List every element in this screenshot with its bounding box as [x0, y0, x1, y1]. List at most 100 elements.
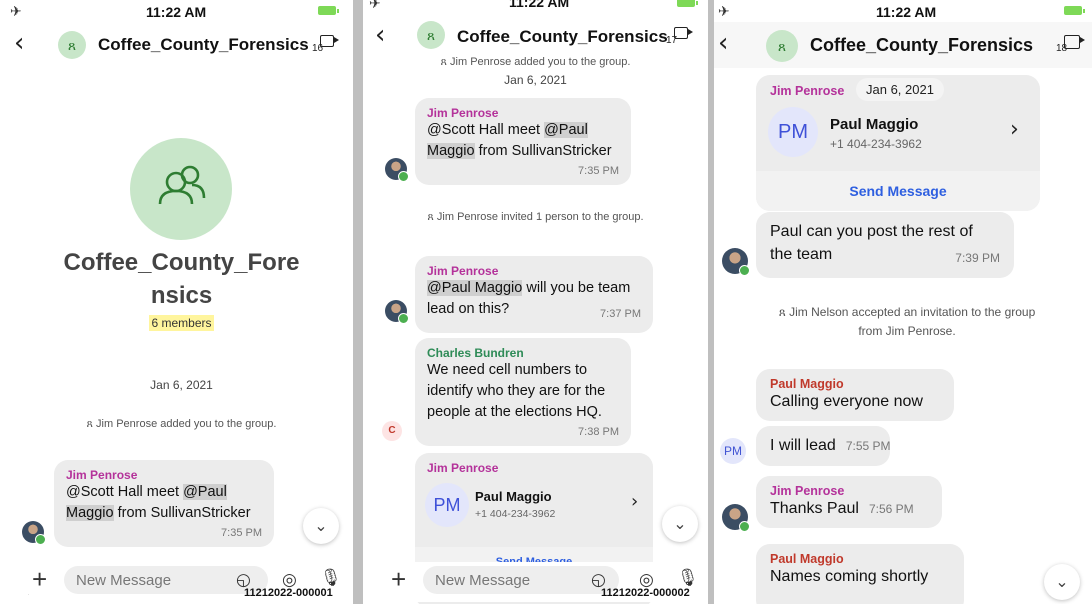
- message-bubble[interactable]: Paul Maggio Calling everyone now: [756, 369, 954, 421]
- sender-name: Jim Penrose: [770, 84, 845, 98]
- scroll-down-button[interactable]: ⌄: [303, 508, 339, 544]
- avatar[interactable]: C: [382, 421, 402, 441]
- message-bubble[interactable]: Charles Bundren We need cell numbers to …: [415, 338, 631, 446]
- message-text: Calling everyone now: [770, 393, 923, 410]
- chat-header: ‹ ጸ Coffee_County_Forensics 16: [0, 22, 353, 68]
- sender-name: Jim Penrose: [427, 461, 499, 475]
- status-time: 11:22 AM: [509, 0, 570, 10]
- airplane-icon: ✈: [369, 0, 381, 11]
- message-bubble[interactable]: Paul Maggio Names coming shortly: [756, 544, 964, 604]
- video-call-icon[interactable]: [674, 27, 693, 39]
- bates-number: 11212022-000002: [601, 587, 690, 599]
- sender-name: Paul Maggio: [770, 377, 844, 391]
- chat-title[interactable]: Coffee_County_Forensics: [810, 35, 1033, 56]
- contact-card[interactable]: Jim Penrose Jan 6, 2021 PM Paul Maggio +…: [756, 75, 1040, 211]
- system-message: ጸ Jim Penrose added you to the group.: [86, 418, 277, 430]
- message-text: Thanks Paul 7:56 PM: [770, 500, 914, 517]
- message-bubble[interactable]: Jim Penrose @Scott Hall meet @Paul Maggi…: [54, 460, 274, 547]
- message-text: @Scott Hall meet @Paul Maggio from Sulli…: [427, 122, 612, 159]
- system-message: ጸ Jim Penrose invited 1 person to the gr…: [427, 211, 644, 223]
- scroll-down-button[interactable]: ⌄: [662, 506, 698, 542]
- contact-name: Paul Maggio: [475, 489, 552, 504]
- avatar[interactable]: PM: [720, 438, 746, 464]
- message-time: 7:37 PM: [600, 308, 641, 320]
- person-add-icon: ጸ: [427, 211, 437, 223]
- person-add-icon: ጸ: [86, 418, 97, 430]
- message-text: Paul can you post the rest of the team 7:…: [770, 220, 1000, 266]
- group-icon[interactable]: ጸ: [58, 31, 86, 59]
- group-icon[interactable]: ጸ: [417, 21, 445, 49]
- contact-phone: +1 404-234-3962: [830, 137, 922, 151]
- back-arrow-icon[interactable]: ‹: [14, 28, 24, 58]
- message-bubble[interactable]: Paul can you post the rest of the team 7:…: [756, 212, 1014, 278]
- contact-date: Jan 6, 2021: [856, 78, 944, 101]
- scroll-down-button[interactable]: ⌄: [1044, 564, 1080, 600]
- message-time: 7:55 PM: [845, 439, 891, 453]
- message-text: We need cell numbers to identify who the…: [427, 362, 606, 420]
- avatar[interactable]: [722, 504, 750, 532]
- contact-avatar: PM: [768, 107, 818, 157]
- contact-avatar: PM: [425, 483, 469, 527]
- sender-name: Paul Maggio: [770, 552, 844, 566]
- members-count[interactable]: 6 members: [149, 315, 214, 331]
- message-text: @Paul Maggio will you be team lead on th…: [427, 278, 641, 320]
- chat-panel-1: ✈ 11:22 AM ‹ ጸ Coffee_County_Forensics 1…: [0, 0, 353, 604]
- message-time: 7:38 PM: [578, 426, 619, 438]
- message-text: @Scott Hall meet @Paul Maggio from Sulli…: [66, 484, 251, 521]
- video-call-icon[interactable]: [320, 35, 339, 47]
- chat-panel-3: ✈ 11:22 AM ‹ ጸ Coffee_County_Forensics 1…: [714, 0, 1092, 604]
- group-avatar-large: [130, 138, 232, 240]
- sender-name: Jim Penrose: [66, 468, 138, 482]
- message-bubble[interactable]: Jim Penrose Thanks Paul 7:56 PM: [756, 476, 942, 528]
- avatar[interactable]: [722, 248, 750, 276]
- message-time: 7:56 PM: [868, 502, 914, 516]
- microphone-icon[interactable]: 🎙: [677, 568, 699, 588]
- message-bubble[interactable]: Jim Penrose @Scott Hall meet @Paul Maggi…: [415, 98, 631, 185]
- chat-panel-2: ✈ 11:22 AM ‹ ጸ Coffee_County_Forensics 1…: [363, 0, 708, 604]
- plus-icon[interactable]: +: [391, 564, 406, 595]
- composer: + ◵ ◎ 🎙 11212022-000002: [363, 562, 708, 602]
- message-input[interactable]: [423, 566, 619, 594]
- back-arrow-icon[interactable]: ‹: [375, 20, 385, 50]
- message-text: Names coming shortly: [770, 568, 929, 585]
- message-bubble[interactable]: Jim Penrose @Paul Maggio will you be tea…: [415, 256, 653, 333]
- sender-name: Jim Penrose: [427, 106, 499, 120]
- plus-icon[interactable]: +: [32, 564, 47, 595]
- date-separator: Jan 6, 2021: [504, 73, 567, 87]
- person-add-icon: ጸ: [778, 305, 790, 319]
- airplane-icon: ✈: [10, 3, 22, 19]
- date-separator: Jan 6, 2021: [150, 378, 213, 392]
- panel-divider: [353, 0, 363, 604]
- chat-header: ‹ ጸ Coffee_County_Forensics 17: [363, 14, 708, 60]
- battery-icon: [1064, 6, 1085, 15]
- chevron-right-icon[interactable]: ›: [631, 491, 638, 512]
- message-time: 7:35 PM: [578, 165, 619, 177]
- person-add-icon: ጸ: [440, 56, 451, 68]
- composer: + · ◵ ◎ 🎙 11212022-000001: [0, 562, 353, 602]
- contact-phone: +1 404-234-3962: [475, 508, 556, 520]
- tiny-caption: ·: [28, 592, 30, 597]
- sender-name: Jim Penrose: [770, 484, 845, 498]
- back-arrow-icon[interactable]: ‹: [718, 28, 728, 58]
- group-name: Coffee_County_Fore nsics: [63, 249, 300, 309]
- chat-title[interactable]: Coffee_County_Forensics: [457, 27, 668, 47]
- group-icon[interactable]: ጸ: [766, 30, 798, 62]
- system-message: ጸ Jim Penrose added you to the group.: [440, 56, 631, 68]
- avatar[interactable]: [22, 521, 46, 545]
- status-time: 11:22 AM: [146, 4, 207, 20]
- message-bubble[interactable]: I will lead 7:55 PM: [756, 426, 891, 466]
- status-time: 11:22 AM: [876, 4, 937, 20]
- message-time: 7:39 PM: [955, 251, 1000, 265]
- bates-number: 11212022-000001: [244, 587, 333, 599]
- airplane-icon: ✈: [718, 3, 730, 19]
- avatar[interactable]: [385, 158, 409, 182]
- battery-icon: [677, 0, 698, 7]
- chat-title[interactable]: Coffee_County_Forensics: [98, 35, 309, 55]
- sender-name: Charles Bundren: [427, 346, 524, 360]
- send-message-button[interactable]: Send Message: [756, 171, 1040, 211]
- chevron-right-icon[interactable]: ›: [1010, 117, 1019, 142]
- avatar[interactable]: [385, 300, 409, 324]
- video-call-icon[interactable]: [1064, 35, 1085, 49]
- microphone-icon[interactable]: 🎙: [320, 568, 342, 588]
- chat-header: ‹ ጸ Coffee_County_Forensics 18: [714, 22, 1092, 68]
